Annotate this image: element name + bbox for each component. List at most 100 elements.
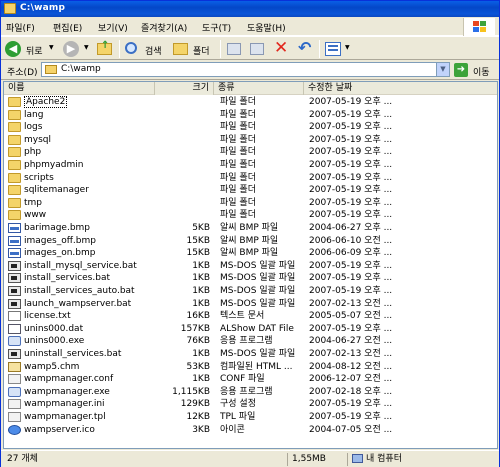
column-header-type[interactable]: 종류 bbox=[214, 82, 304, 95]
folder-icon bbox=[8, 134, 21, 145]
file-size: 3KB bbox=[192, 424, 210, 435]
ini-icon bbox=[8, 399, 21, 410]
file-row[interactable]: launch_wampserver.bat 1KB MS-DOS 일괄 파일 2007… bbox=[4, 298, 497, 311]
file-type: 컴파일된 HTML ... bbox=[220, 361, 293, 372]
move-to-button[interactable] bbox=[226, 40, 244, 58]
file-row[interactable]: images_on.bmp 15KB 알씨 BMP 파일 2006-06-09 오후 … bbox=[4, 247, 497, 260]
folder-icon bbox=[8, 185, 21, 196]
file-row[interactable]: install_mysql_service.bat 1KB MS-DOS 일괄 파일… bbox=[4, 260, 497, 273]
file-row[interactable]: Apache2 파일 폴더 2007-05-19 오후 ... bbox=[4, 96, 497, 109]
bmp-icon bbox=[8, 248, 21, 259]
file-name: php bbox=[24, 147, 42, 158]
menu-help[interactable]: 도움말(H) bbox=[247, 21, 286, 34]
forward-button[interactable]: ▶ ▼ bbox=[63, 40, 91, 58]
up-folder-button[interactable]: ↑ bbox=[97, 40, 117, 58]
file-row[interactable]: unins000.exe 76KB 응용 프로그램 2004-06-27 오전 ... bbox=[4, 335, 497, 348]
file-row[interactable]: lang 파일 폴더 2007-05-19 오후 ... bbox=[4, 109, 497, 122]
bat-icon bbox=[8, 260, 21, 271]
file-row[interactable]: sqlitemanager 파일 폴더 2007-05-19 오후 ... bbox=[4, 184, 497, 197]
file-row[interactable]: uninstall_services.bat 1KB MS-DOS 일괄 파일 200… bbox=[4, 348, 497, 361]
menu-file[interactable]: 파일(F) bbox=[6, 21, 35, 34]
file-row[interactable]: php 파일 폴더 2007-05-19 오후 ... bbox=[4, 146, 497, 159]
file-date: 2007-05-19 오후 ... bbox=[309, 147, 393, 158]
undo-button[interactable]: ↶ bbox=[297, 38, 315, 58]
file-name: sqlitemanager bbox=[24, 185, 89, 196]
address-dropdown-button[interactable]: ▼ bbox=[436, 63, 449, 76]
menu-favorites[interactable]: 즐겨찾기(A) bbox=[141, 21, 187, 34]
file-size: 1,115KB bbox=[172, 386, 210, 397]
search-label: 검색 bbox=[145, 47, 162, 57]
folder-icon bbox=[8, 109, 21, 120]
delete-button[interactable]: ✕ bbox=[273, 38, 291, 58]
toolbar-separator bbox=[319, 40, 320, 58]
file-date: 2007-05-19 오후 ... bbox=[309, 97, 393, 107]
file-row[interactable]: phpmyadmin 파일 폴더 2007-05-19 오후 ... bbox=[4, 159, 497, 172]
file-row[interactable]: logs 파일 폴더 2007-05-19 오후 ... bbox=[4, 121, 497, 134]
menu-tools[interactable]: 도구(T) bbox=[202, 21, 231, 34]
file-row[interactable]: mysql 파일 폴더 2007-05-19 오후 ... bbox=[4, 134, 497, 147]
file-size: 1KB bbox=[192, 273, 210, 284]
file-type: 파일 폴더 bbox=[220, 134, 256, 145]
file-date: 2007-05-19 오후 ... bbox=[309, 399, 393, 410]
move-to-icon bbox=[227, 43, 241, 55]
status-object-count: 27 개체 bbox=[7, 454, 38, 464]
file-type: 파일 폴더 bbox=[220, 109, 256, 120]
back-button[interactable]: ◀ 뒤로 ▼ bbox=[5, 40, 57, 58]
file-row[interactable]: tmp 파일 폴더 2007-05-19 오후 ... bbox=[4, 197, 497, 210]
bat-icon bbox=[8, 298, 21, 309]
file-row[interactable]: wampmanager.ini 129KB 구성 설정 2007-05-19 오후 .… bbox=[4, 398, 497, 411]
copy-to-button[interactable] bbox=[249, 40, 267, 58]
file-size: 15KB bbox=[186, 248, 210, 259]
file-row[interactable]: scripts 파일 폴더 2007-05-19 오후 ... bbox=[4, 172, 497, 185]
views-button[interactable]: ▼ bbox=[325, 40, 355, 58]
back-arrow-icon: ◀ bbox=[5, 41, 21, 57]
file-type: 응용 프로그램 bbox=[220, 336, 273, 347]
file-size: 76KB bbox=[186, 336, 210, 347]
file-date: 2004-06-27 오전 ... bbox=[309, 336, 393, 347]
file-row[interactable]: install_services_auto.bat 1KB MS-DOS 일괄 파일… bbox=[4, 285, 497, 298]
column-header-date[interactable]: 수정한 날짜 bbox=[304, 82, 497, 95]
file-row[interactable]: wampmanager.tpl 12KB TPL 파일 2007-05-19 오후 .… bbox=[4, 411, 497, 424]
file-date: 2007-02-13 오전 ... bbox=[309, 349, 393, 359]
file-type: 파일 폴더 bbox=[220, 147, 256, 158]
folder-icon bbox=[8, 160, 21, 170]
file-row[interactable]: www 파일 폴더 2007-05-19 오후 ... bbox=[4, 209, 497, 222]
address-field[interactable]: C:\wamp ▼ bbox=[41, 62, 450, 77]
file-list[interactable]: 이름 크기 종류 수정한 날짜 Apache2 파일 폴더 2007-05-19 오… bbox=[3, 81, 498, 449]
column-header-size[interactable]: 크기 bbox=[154, 82, 214, 95]
file-row[interactable]: barimage.bmp 5KB 알씨 BMP 파일 2004-06-27 오후 ..… bbox=[4, 222, 497, 235]
file-row[interactable]: unins000.dat 157KB ALShow DAT File 2007-05-… bbox=[4, 323, 497, 336]
toolbar-separator bbox=[119, 40, 120, 58]
file-date: 2007-05-19 오후 ... bbox=[309, 412, 393, 422]
file-date: 2006-06-09 오후 ... bbox=[309, 248, 393, 259]
file-row[interactable]: wampmanager.exe 1,115KB 응용 프로그램 2007-02-18 … bbox=[4, 386, 497, 399]
go-button[interactable]: ➜ 이동 bbox=[454, 63, 496, 78]
file-row[interactable]: wamp5.chm 53KB 컴파일된 HTML ... 2004-08-12 오전 … bbox=[4, 361, 497, 374]
address-label: 주소(D) bbox=[7, 68, 38, 78]
title-bar[interactable]: C:\wamp bbox=[1, 1, 499, 17]
file-date: 2007-05-19 오후 ... bbox=[309, 172, 393, 183]
file-row[interactable]: wampmanager.conf 1KB CONF 파일 2006-12-07 오전 … bbox=[4, 373, 497, 386]
file-date: 2007-05-19 오후 ... bbox=[309, 273, 393, 284]
file-row[interactable]: images_off.bmp 15KB 알씨 BMP 파일 2006-06-10 오전… bbox=[4, 235, 497, 248]
file-date: 2007-05-19 오후 ... bbox=[309, 323, 393, 334]
file-type: 알씨 BMP 파일 bbox=[220, 223, 279, 233]
file-type: MS-DOS 일괄 파일 bbox=[220, 298, 296, 309]
toolbar-separator bbox=[220, 40, 221, 58]
file-row[interactable]: install_services.bat 1KB MS-DOS 일괄 파일 2007-… bbox=[4, 272, 497, 285]
menu-view[interactable]: 보기(V) bbox=[98, 21, 128, 34]
address-bar: 주소(D) C:\wamp ▼ ➜ 이동 bbox=[1, 60, 499, 80]
folder-icon bbox=[4, 3, 16, 14]
file-type: MS-DOS 일괄 파일 bbox=[220, 260, 296, 271]
folders-button[interactable]: 폴더 bbox=[173, 40, 217, 58]
file-date: 2007-05-19 오후 ... bbox=[309, 109, 393, 120]
file-row[interactable]: license.txt 16KB 텍스트 문서 2005-05-07 오전 ... bbox=[4, 310, 497, 323]
file-date: 2007-05-19 오후 ... bbox=[309, 122, 393, 133]
search-button[interactable]: 검색 bbox=[124, 40, 170, 58]
file-row[interactable]: wampserver.ico 3KB 아이콘 2004-07-05 오전 ... bbox=[4, 424, 497, 437]
address-value: C:\wamp bbox=[61, 64, 101, 74]
status-location: 내 컴퓨터 bbox=[366, 454, 402, 464]
file-size: 53KB bbox=[186, 361, 210, 372]
menu-edit[interactable]: 편집(E) bbox=[53, 21, 82, 34]
file-date: 2007-05-19 오후 ... bbox=[309, 286, 393, 296]
